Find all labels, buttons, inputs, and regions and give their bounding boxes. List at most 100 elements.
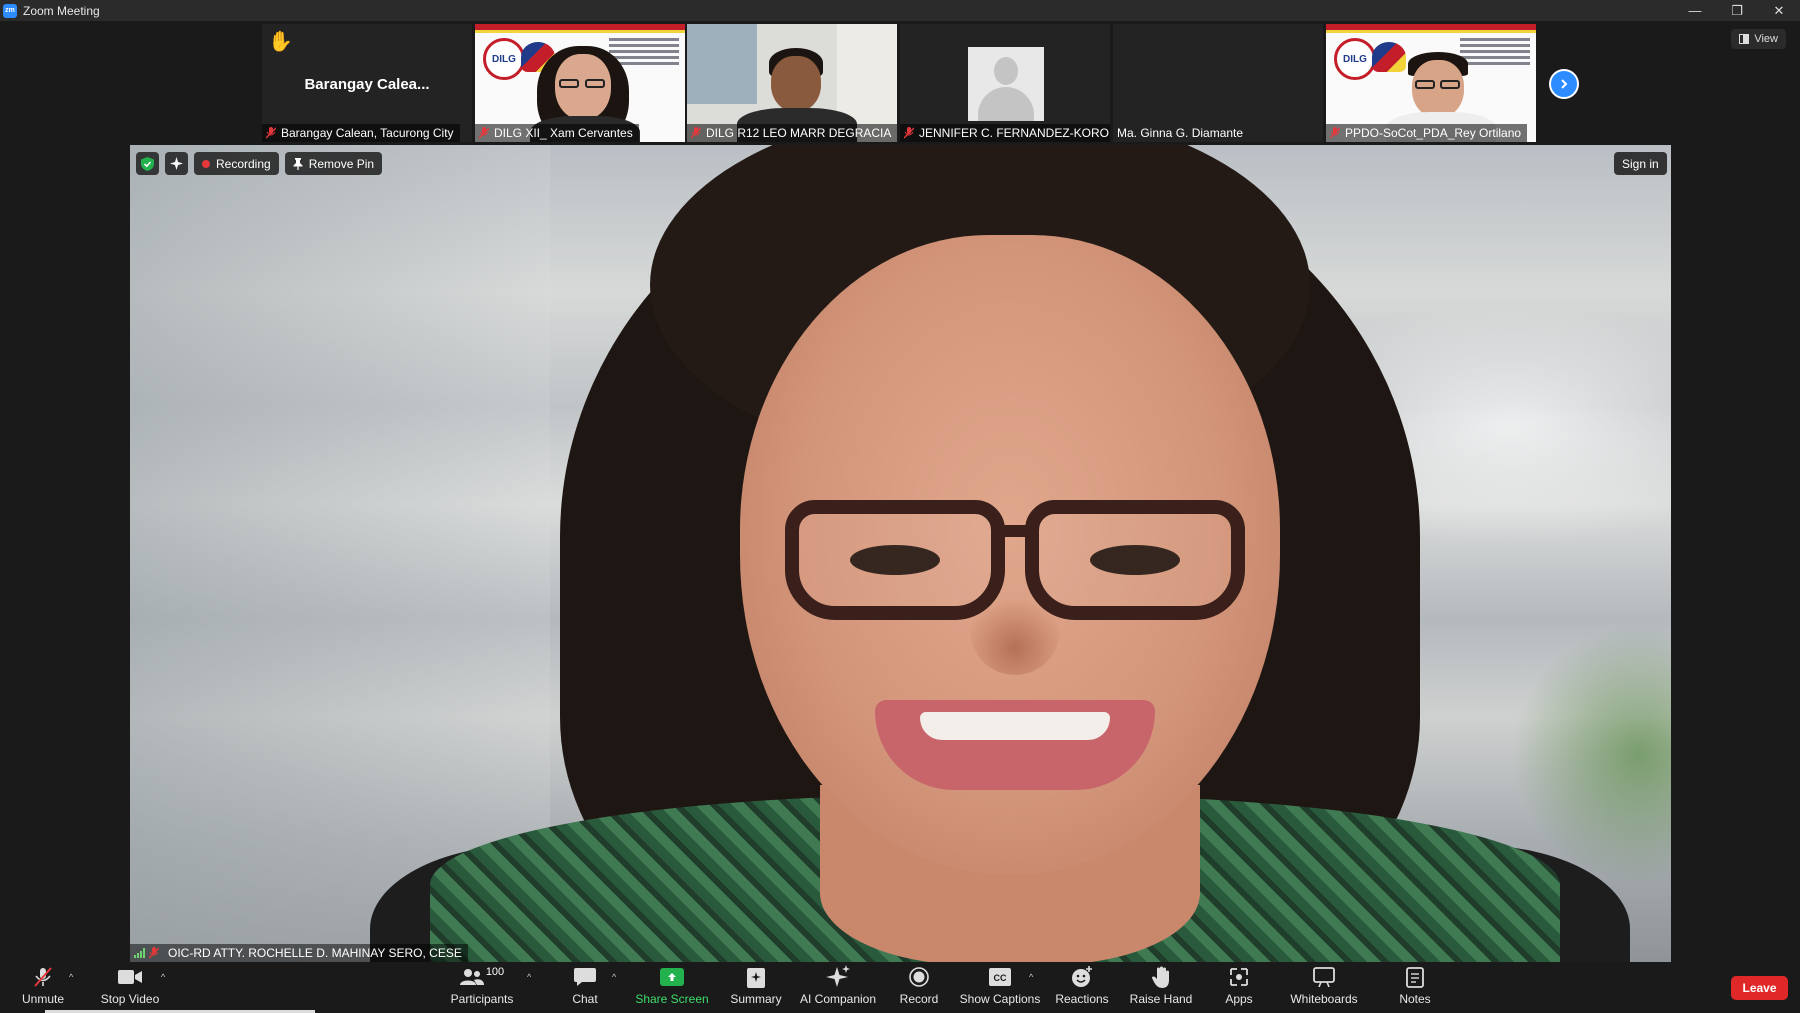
- window-controls: — ❐ ✕: [1674, 0, 1800, 21]
- view-button[interactable]: View: [1731, 29, 1786, 49]
- participant-tile[interactable]: DILG R12 LEO MARR DEGRACIA: [687, 24, 897, 142]
- sign-in-button[interactable]: Sign in: [1614, 152, 1667, 175]
- participant-tile[interactable]: ✋ Barangay Calea... Barangay Calean, Tac…: [262, 24, 472, 142]
- ai-sparkle-button[interactable]: [165, 152, 188, 175]
- dilg-logo: DILG: [1334, 38, 1376, 80]
- participant-tile[interactable]: JENNIFER C. FERNANDEZ-KORO...: [900, 24, 1110, 142]
- participant-tile[interactable]: DILG PPDO-SoCot_PDA_Rey Ortilano: [1326, 24, 1536, 142]
- window-title: Zoom Meeting: [23, 3, 100, 18]
- minimize-button[interactable]: —: [1674, 0, 1716, 21]
- participants-button[interactable]: 100 Participants: [450, 965, 514, 1011]
- whiteboards-button[interactable]: Whiteboards: [1290, 965, 1358, 1011]
- view-button-label: View: [1754, 33, 1778, 45]
- participant-name-text: DILG XII_ Xam Cervantes: [494, 126, 633, 140]
- summary-button[interactable]: Summary: [729, 965, 783, 1011]
- closed-captions-icon: CC: [989, 968, 1011, 986]
- speaker-glasses-lens: [785, 500, 1005, 620]
- signal-strength-icon: [134, 948, 145, 958]
- chat-button[interactable]: Chat: [569, 965, 601, 1011]
- summary-label: Summary: [730, 992, 782, 1006]
- shield-check-icon: [141, 156, 154, 171]
- security-shield-button[interactable]: [136, 152, 159, 175]
- pin-icon: [293, 157, 303, 170]
- mic-muted-icon: [478, 127, 490, 139]
- share-screen-label: Share Screen: [635, 992, 709, 1006]
- record-icon: [909, 967, 929, 987]
- chat-options-caret-icon[interactable]: ^: [612, 972, 616, 982]
- whiteboard-icon: [1313, 967, 1335, 987]
- participant-name-label: Ma. Ginna G. Diamante: [1113, 124, 1249, 142]
- raise-hand-label: Raise Hand: [1129, 992, 1193, 1006]
- title-bar: zm Zoom Meeting — ❐ ✕: [0, 0, 1800, 21]
- stop-video-label: Stop Video: [100, 992, 160, 1006]
- captions-options-caret-icon[interactable]: ^: [1029, 972, 1033, 982]
- participants-count: 100: [485, 966, 505, 978]
- close-button[interactable]: ✕: [1758, 0, 1800, 21]
- participants-label: Participants: [450, 992, 514, 1006]
- main-speaker-video[interactable]: [130, 145, 1671, 962]
- speaker-name-text: OIC-RD ATTY. ROCHELLE D. MAHINAY SERO, C…: [168, 946, 462, 960]
- participant-tile[interactable]: DILG DILG XII_ Xam Cervantes: [475, 24, 685, 142]
- participant-tile[interactable]: Ma. Ginna G. Diamante: [1113, 24, 1323, 142]
- participant-name-text: DILG R12 LEO MARR DEGRACIA: [706, 126, 892, 140]
- apps-button[interactable]: Apps: [1224, 965, 1254, 1011]
- unmute-label: Unmute: [21, 992, 65, 1006]
- mic-muted-icon: [1329, 127, 1341, 139]
- chevron-right-icon: [1561, 79, 1568, 89]
- show-captions-button[interactable]: CC Show Captions: [960, 965, 1040, 1011]
- raise-hand-button[interactable]: Raise Hand: [1129, 965, 1193, 1011]
- participant-name-text: PPDO-SoCot_PDA_Rey Ortilano: [1345, 126, 1522, 140]
- record-label: Record: [899, 992, 939, 1006]
- grid-view-icon: [1739, 34, 1750, 44]
- participants-options-caret-icon[interactable]: ^: [527, 972, 531, 982]
- audio-options-caret-icon[interactable]: ^: [69, 972, 73, 982]
- sparkle-icon: [170, 157, 183, 170]
- video-camera-icon: [118, 970, 142, 984]
- remove-pin-button[interactable]: Remove Pin: [284, 152, 383, 175]
- default-avatar-icon: [968, 47, 1044, 121]
- raise-hand-icon: [1152, 966, 1169, 988]
- video-options-caret-icon[interactable]: ^: [161, 972, 165, 982]
- bagong-pilipinas-logo: [1372, 42, 1406, 72]
- reactions-button[interactable]: Reactions: [1055, 965, 1109, 1011]
- participant-name-label: PPDO-SoCot_PDA_Rey Ortilano: [1326, 124, 1528, 142]
- participant-name-label: Barangay Calean, Tacurong City: [262, 124, 460, 142]
- ai-companion-button[interactable]: AI Companion: [800, 965, 876, 1011]
- remove-pin-label: Remove Pin: [308, 156, 375, 171]
- recording-indicator[interactable]: Recording: [194, 152, 279, 175]
- notes-button[interactable]: Notes: [1397, 965, 1433, 1011]
- participants-icon: [459, 969, 484, 985]
- dilg-logo: DILG: [483, 38, 525, 80]
- apps-icon: [1230, 968, 1248, 986]
- chat-bubble-icon: [574, 968, 596, 986]
- gallery-next-page-button[interactable]: [1549, 69, 1579, 99]
- participant-name-label: DILG R12 LEO MARR DEGRACIA: [687, 124, 897, 142]
- participant-name-text: JENNIFER C. FERNANDEZ-KORO...: [919, 126, 1110, 140]
- reactions-emoji-icon: [1072, 966, 1092, 987]
- meeting-controls-bar: Unmute ^ Stop Video ^ 100 Participants ^…: [0, 962, 1800, 1013]
- mic-muted-icon: [148, 947, 160, 959]
- speaker-nose: [970, 585, 1060, 675]
- share-screen-button[interactable]: Share Screen: [635, 965, 709, 1011]
- gallery-strip: ✋ Barangay Calea... Barangay Calean, Tac…: [0, 21, 1800, 143]
- leave-meeting-button[interactable]: Leave: [1731, 976, 1788, 1000]
- record-button[interactable]: Record: [899, 965, 939, 1011]
- notes-icon: [1406, 967, 1424, 988]
- participant-name-text: Barangay Calean, Tacurong City: [281, 126, 454, 140]
- summary-document-icon: [747, 968, 765, 988]
- background-blur: [130, 145, 550, 962]
- notes-label: Notes: [1399, 992, 1431, 1006]
- share-screen-icon: [660, 968, 684, 986]
- mic-muted-icon: [690, 127, 702, 139]
- stop-video-button[interactable]: Stop Video: [100, 965, 160, 1011]
- reactions-label: Reactions: [1055, 992, 1109, 1006]
- participant-display-name: Barangay Calea...: [304, 76, 430, 93]
- speaker-glasses-lens: [1025, 500, 1245, 620]
- raised-hand-icon: ✋: [268, 31, 293, 53]
- recording-dot-icon: [202, 159, 210, 168]
- participant-name-text: Ma. Ginna G. Diamante: [1117, 126, 1244, 140]
- speaker-teeth: [920, 712, 1110, 740]
- unmute-button[interactable]: Unmute: [20, 965, 66, 1011]
- apps-label: Apps: [1225, 992, 1253, 1006]
- restore-button[interactable]: ❐: [1716, 0, 1758, 21]
